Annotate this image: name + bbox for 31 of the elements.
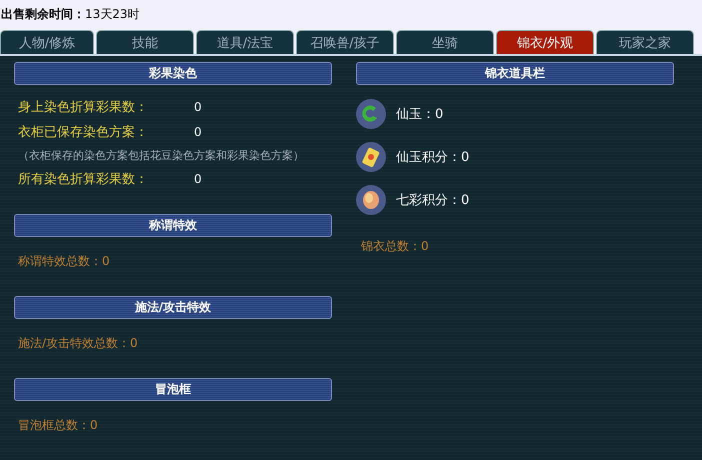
shell-icon — [356, 185, 386, 215]
stat-value: 0 — [194, 125, 202, 139]
item-count: 仙玉积分：0 — [396, 149, 470, 166]
stat-value: 0 — [194, 100, 202, 114]
tab[interactable]: 道具/法宝 — [196, 30, 294, 54]
note-text: （衣柜保存的染色方案包括花豆染色方案和彩果染色方案） — [18, 148, 305, 163]
item-count: 仙玉：0 — [396, 106, 444, 123]
sale-time-value: 13天23时 — [85, 6, 140, 24]
section-header: 称谓特效 — [14, 214, 332, 237]
tab[interactable]: 玩家之家 — [596, 30, 694, 54]
section-header: 锦衣道具栏 — [356, 62, 674, 85]
tab[interactable]: 人物/修炼 — [0, 30, 94, 54]
item-count: 七彩积分：0 — [396, 192, 470, 209]
section-header: 彩果染色 — [14, 62, 332, 85]
tab[interactable]: 锦衣/外观 — [496, 30, 594, 54]
total-text: 称谓特效总数：0 — [18, 253, 111, 270]
total-text: 施法/攻击特效总数：0 — [18, 335, 139, 352]
total-text: 冒泡框总数：0 — [18, 417, 99, 434]
tab[interactable]: 坐骑 — [396, 30, 494, 54]
tab[interactable]: 技能 — [96, 30, 194, 54]
jade-ring-icon — [356, 99, 386, 129]
card-icon — [356, 142, 386, 172]
section-header: 冒泡框 — [14, 378, 332, 401]
total-text: 锦衣总数：0 — [360, 238, 430, 255]
stat-label: 身上染色折算彩果数： — [18, 99, 149, 116]
section-header: 施法/攻击特效 — [14, 296, 332, 319]
stat-label: 所有染色折算彩果数： — [18, 171, 149, 188]
stat-value: 0 — [194, 172, 202, 186]
tab[interactable]: 召唤兽/孩子 — [296, 30, 394, 54]
sale-time-label: 出售剩余时间： — [1, 6, 85, 24]
stat-label: 衣柜已保存染色方案： — [18, 124, 149, 141]
